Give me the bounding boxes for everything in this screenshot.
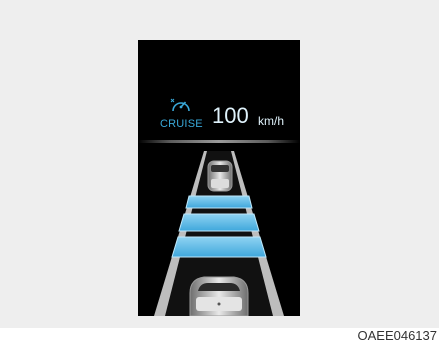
cruise-speedometer-icon xyxy=(170,98,190,112)
distance-bar xyxy=(185,195,253,209)
speed-unit: km/h xyxy=(258,114,285,128)
cluster-display: CRUISE 100 km/h xyxy=(138,40,300,316)
lead-vehicle-icon xyxy=(207,160,233,192)
figure-code: OAEE046137 xyxy=(357,328,437,343)
following-distance-graphic xyxy=(154,151,284,316)
set-speed-value: 100 xyxy=(212,103,249,128)
distance-bar xyxy=(171,236,267,258)
own-vehicle-icon xyxy=(189,276,249,316)
distance-bar xyxy=(178,213,260,232)
cruise-status-header: CRUISE 100 km/h xyxy=(138,40,300,140)
cruise-mode-label: CRUISE xyxy=(160,118,203,130)
